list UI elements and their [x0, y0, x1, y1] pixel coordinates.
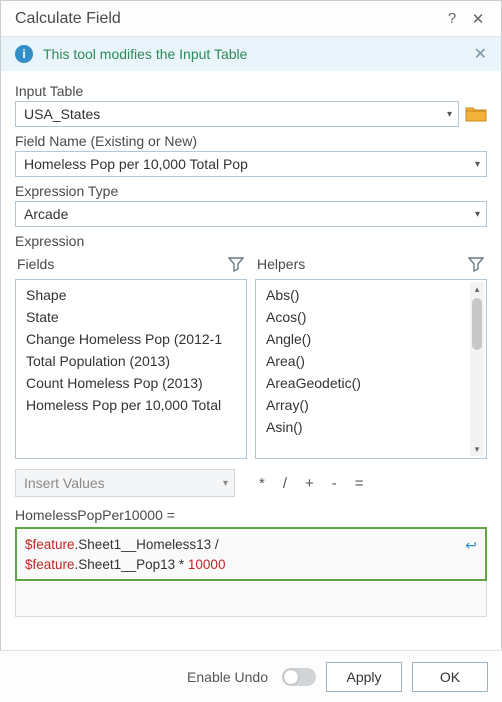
helpers-list[interactable]: Abs() Acos() Angle() Area() AreaGeodetic…	[255, 279, 487, 459]
chevron-down-icon: ▾	[223, 478, 228, 489]
op-minus[interactable]: -	[332, 475, 337, 492]
list-item[interactable]: Total Population (2013)	[16, 350, 246, 372]
enable-undo-label: Enable Undo	[187, 669, 268, 685]
expression-type-label: Expression Type	[15, 183, 487, 199]
code-line-1: $feature.Sheet1__Homeless13 /	[25, 535, 477, 555]
fields-list[interactable]: Shape State Change Homeless Pop (2012-1 …	[15, 279, 247, 459]
field-name-label: Field Name (Existing or New)	[15, 133, 487, 149]
list-item[interactable]: Count Homeless Pop (2013)	[16, 372, 246, 394]
list-item[interactable]: AreaGeodetic()	[256, 372, 468, 394]
info-close-icon[interactable]: ✕	[470, 44, 491, 64]
op-divide[interactable]: /	[283, 475, 287, 492]
expression-type-combo[interactable]: Arcade ▾	[15, 201, 487, 227]
input-table-combo[interactable]: USA_States ▾	[15, 101, 459, 127]
ok-button[interactable]: OK	[412, 662, 488, 692]
fields-filter-icon[interactable]	[227, 255, 245, 273]
input-table-label: Input Table	[15, 83, 487, 99]
chevron-down-icon: ▾	[447, 109, 452, 120]
insert-values-label: Insert Values	[24, 475, 105, 491]
expression-result-label: HomelessPopPer10000 =	[15, 507, 487, 523]
list-item[interactable]: Homeless Pop per 10,000 Total	[16, 394, 246, 416]
operator-row: * / + - =	[259, 475, 364, 492]
fields-header: Fields	[17, 256, 227, 272]
scrollbar[interactable]: ▴ ▾	[470, 282, 484, 456]
list-item[interactable]: Change Homeless Pop (2012-1	[16, 328, 246, 350]
apply-button[interactable]: Apply	[326, 662, 402, 692]
op-equals[interactable]: =	[355, 475, 364, 492]
footer: Enable Undo Apply OK	[0, 650, 502, 702]
op-multiply[interactable]: *	[259, 475, 265, 492]
code-line-2: $feature.Sheet1__Pop13 * 10000	[25, 555, 477, 575]
expression-type-value: Arcade	[24, 206, 68, 222]
scroll-thumb[interactable]	[472, 298, 482, 350]
list-item[interactable]: Array()	[256, 394, 468, 416]
info-text: This tool modifies the Input Table	[43, 46, 470, 62]
enable-undo-toggle[interactable]	[282, 668, 316, 686]
scroll-down-icon[interactable]: ▾	[470, 442, 484, 456]
scroll-up-icon[interactable]: ▴	[470, 282, 484, 296]
chevron-down-icon: ▾	[475, 209, 480, 220]
list-item[interactable]: Area()	[256, 350, 468, 372]
expression-code-box[interactable]: ↩ $feature.Sheet1__Homeless13 / $feature…	[15, 527, 487, 581]
info-bar: i This tool modifies the Input Table ✕	[1, 37, 501, 71]
wrap-icon[interactable]: ↩	[465, 535, 477, 556]
insert-values-combo[interactable]: Insert Values ▾	[15, 469, 235, 497]
helpers-filter-icon[interactable]	[467, 255, 485, 273]
close-icon[interactable]: ✕	[465, 6, 491, 32]
window-title: Calculate Field	[15, 10, 439, 28]
input-table-value: USA_States	[24, 106, 100, 122]
list-item[interactable]: State	[16, 306, 246, 328]
list-item[interactable]: Shape	[16, 284, 246, 306]
field-name-combo[interactable]: Homeless Pop per 10,000 Total Pop ▾	[15, 151, 487, 177]
expression-label: Expression	[15, 233, 487, 249]
list-item[interactable]: Abs()	[256, 284, 468, 306]
list-item[interactable]: Asin()	[256, 416, 468, 438]
browse-folder-icon[interactable]	[465, 105, 487, 123]
code-block-area[interactable]	[15, 581, 487, 617]
field-name-value: Homeless Pop per 10,000 Total Pop	[24, 156, 248, 172]
op-plus[interactable]: +	[305, 475, 314, 492]
chevron-down-icon: ▾	[475, 159, 480, 170]
helpers-header: Helpers	[257, 256, 467, 272]
title-bar: Calculate Field ? ✕	[1, 1, 501, 37]
list-item[interactable]: Angle()	[256, 328, 468, 350]
help-icon[interactable]: ?	[439, 6, 465, 32]
list-item[interactable]: Acos()	[256, 306, 468, 328]
info-icon: i	[15, 45, 33, 63]
